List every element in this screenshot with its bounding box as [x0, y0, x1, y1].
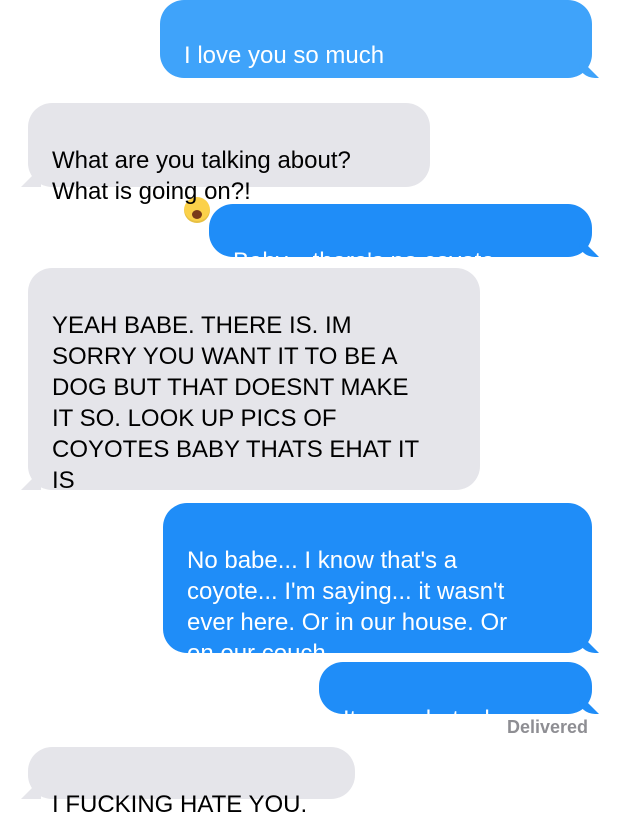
message-bubble-outgoing[interactable]: Baby... there's no coyote... — [209, 204, 592, 275]
message-bubble-incoming[interactable]: YEAH BABE. THERE IS. IM SORRY YOU WANT I… — [28, 268, 480, 494]
message-text: I FUCKING HATE YOU. — [52, 791, 308, 818]
message-text: It was photoshop. — [343, 706, 532, 733]
delivery-status: Delivered — [506, 717, 588, 737]
message-text: I love you so much — [184, 42, 385, 69]
message-bubble-outgoing[interactable]: No babe... I know that's a coyote... I'm… — [163, 503, 592, 667]
message-bubble-outgoing[interactable]: I love you so much — [160, 0, 592, 223]
message-bubble-incoming[interactable]: What are you talking about? What is goin… — [28, 103, 430, 205]
message-text: No babe... I know that's a coyote... I'm… — [187, 547, 508, 667]
message-thread: I love you so much What are you talking … — [0, 0, 620, 818]
message-bubble-incoming[interactable]: I FUCKING HATE YOU. — [28, 747, 355, 818]
message-text: YEAH BABE. THERE IS. IM SORRY YOU WANT I… — [52, 312, 420, 494]
message-bubble-outgoing[interactable]: It was photoshop. — [319, 662, 592, 733]
message-text: What are you talking about? What is goin… — [52, 147, 351, 205]
